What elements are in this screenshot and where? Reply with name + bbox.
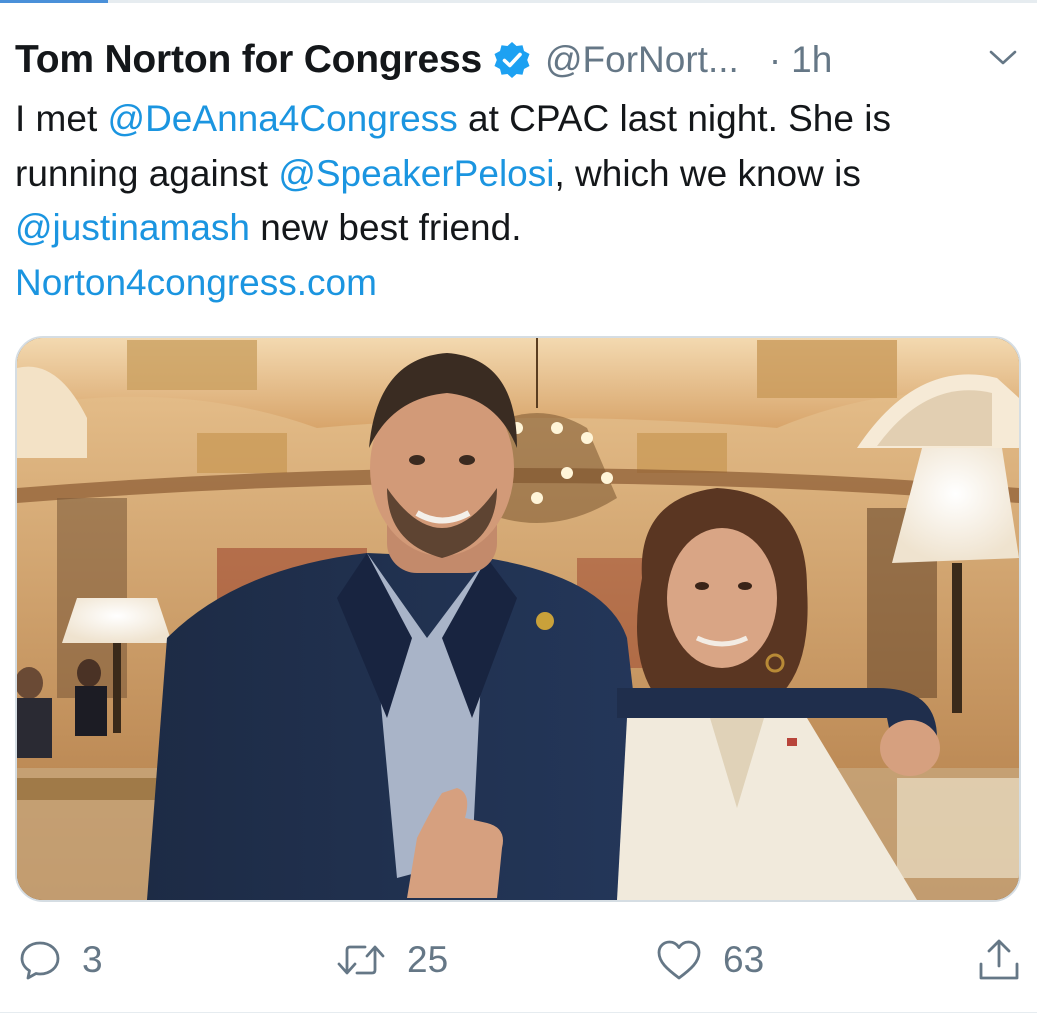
- tab-indicator: [0, 0, 108, 3]
- reply-button[interactable]: 3: [18, 930, 103, 990]
- bottom-divider: [0, 1012, 1037, 1013]
- top-divider: [0, 0, 1037, 3]
- retweet-button[interactable]: 25: [335, 930, 448, 990]
- mention-link[interactable]: @justinamash: [15, 207, 250, 248]
- reply-icon: [18, 938, 62, 982]
- tweet-actions: 3 25 63: [0, 930, 1037, 990]
- tweet-text-line: Norton4congress.com: [15, 256, 1027, 311]
- retweet-icon: [335, 938, 387, 982]
- text-segment: new best friend.: [250, 207, 522, 248]
- tweet-text: I met @DeAnna4Congress at CPAC last nigh…: [15, 92, 1027, 310]
- photo-illustration: [17, 338, 1019, 900]
- share-button[interactable]: [975, 930, 1023, 990]
- verified-badge-icon: [492, 40, 532, 80]
- tweet-text-line: running against @SpeakerPelosi, which we…: [15, 147, 1027, 202]
- timestamp[interactable]: 1h: [791, 39, 832, 81]
- like-count: 63: [723, 939, 765, 980]
- share-icon: [975, 936, 1023, 984]
- like-button[interactable]: 63: [655, 930, 764, 990]
- text-segment: at CPAC last night. She is: [457, 98, 891, 139]
- tweet-text-line: I met @DeAnna4Congress at CPAC last nigh…: [15, 92, 1027, 147]
- heart-icon: [655, 938, 703, 982]
- url-link[interactable]: Norton4congress.com: [15, 262, 377, 303]
- separator-dot: ·: [768, 39, 782, 80]
- tweet-text-line: @justinamash new best friend.: [15, 201, 1027, 256]
- tweet-photo[interactable]: [15, 336, 1021, 902]
- chevron-down-icon[interactable]: [985, 40, 1021, 76]
- tweet-header: Tom Norton for Congress @ForNort... · 1h: [15, 36, 1025, 84]
- text-segment: , which we know is: [554, 152, 861, 194]
- user-handle[interactable]: @ForNort...: [545, 39, 739, 81]
- mention-link[interactable]: @SpeakerPelosi: [278, 153, 554, 194]
- display-name[interactable]: Tom Norton for Congress: [15, 38, 482, 82]
- reply-count: 3: [82, 939, 103, 980]
- mention-link[interactable]: @DeAnna4Congress: [108, 98, 458, 139]
- text-segment: running against: [15, 152, 279, 194]
- retweet-count: 25: [407, 939, 449, 980]
- text-segment: I met: [15, 98, 108, 139]
